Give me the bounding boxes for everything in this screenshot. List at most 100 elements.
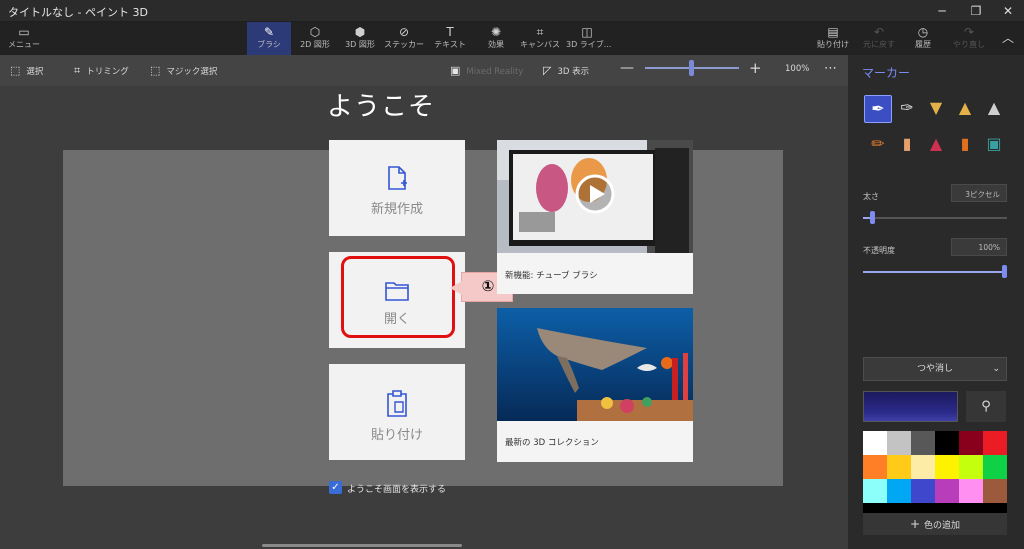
color-swatch[interactable] [887, 479, 911, 503]
new-label: 新規作成 [370, 202, 423, 217]
eyedropper-button[interactable]: ⚲ [966, 391, 1006, 422]
3d-view-label: 3D 表示 [557, 67, 590, 77]
select-icon: ⬚ [10, 64, 21, 77]
trim-label: トリミング [86, 67, 129, 77]
horizontal-scrollbar[interactable] [262, 544, 462, 547]
pencil-tool[interactable]: ✏ [864, 131, 892, 159]
more-options-button[interactable]: ⋯ [824, 61, 837, 76]
color-swatch[interactable] [983, 455, 1007, 479]
color-swatch[interactable] [983, 431, 1007, 455]
minimize-button[interactable]: ─ [926, 0, 958, 22]
eraser-tool[interactable]: ▮ [893, 131, 921, 159]
new-button[interactable]: 新規作成 [329, 140, 465, 236]
tab-2d-shapes[interactable]: ⬡ 2D 図形 [295, 22, 335, 55]
tab-3d-library[interactable]: ◫ 3D ライブ... [566, 22, 611, 55]
3d-view-toggle[interactable]: ◸ 3D 表示 [543, 64, 589, 77]
tab-label: ステッカー [384, 40, 424, 49]
secondary-toolbar: ⬚ 選択 ⌗ トリミング ⬚ マジック選択 ▣ Mixed Reality ◸ 3D 表示… [0, 55, 848, 86]
tab-stickers[interactable]: ⊘ ステッカー [384, 22, 424, 55]
video-thumbnail [497, 140, 693, 253]
redo-icon: ↷ [963, 25, 975, 39]
undo-label: 元に戻す [863, 40, 895, 49]
zoom-slider-thumb[interactable] [689, 60, 694, 76]
color-swatch[interactable] [887, 455, 911, 479]
maximize-button[interactable]: ❐ [960, 0, 992, 22]
color-swatch[interactable] [983, 479, 1007, 503]
spray-can-tool[interactable]: ▮ [951, 131, 979, 159]
finish-dropdown[interactable]: つや消し ⌄ [863, 357, 1007, 381]
color-swatch[interactable] [959, 431, 983, 455]
mixed-reality-label: Mixed Reality [466, 67, 524, 77]
brush-panel: マーカー ✒ ✑ ▼ ▲ ▲ ✏ ▮ ▲ ▮ ▣ 太さ 3ピクセル 不透明度 1… [848, 55, 1024, 549]
size-label: 太さ [863, 192, 879, 201]
fill-tool[interactable]: ▣ [980, 131, 1008, 159]
pixel-pen-tool[interactable]: ▲ [980, 95, 1008, 123]
show-welcome-checkbox[interactable]: ✓ [329, 481, 342, 494]
color-swatch[interactable] [935, 431, 959, 455]
new-file-icon [388, 166, 407, 190]
menu-label: メニュー [8, 40, 40, 49]
pixel-pen-icon: ▲ [987, 98, 1001, 117]
color-swatch[interactable] [887, 431, 911, 455]
history-icon: ◷ [917, 25, 929, 39]
paste-welcome-button[interactable]: 貼り付け [329, 364, 465, 460]
opacity-slider-thumb[interactable] [1002, 265, 1007, 278]
color-swatch[interactable] [911, 431, 935, 455]
color-swatch[interactable] [935, 479, 959, 503]
crayon-icon: ▲ [929, 134, 943, 153]
tab-canvas[interactable]: ⌗ キャンバス [518, 22, 562, 55]
add-color-button[interactable]: + 色の追加 [863, 513, 1007, 535]
watercolor-tool[interactable]: ▲ [951, 95, 979, 123]
sticker-icon: ⊘ [398, 25, 410, 39]
history-button[interactable]: ◷ 履歴 [904, 22, 942, 55]
zoom-slider[interactable] [645, 60, 739, 76]
tab-label: 効果 [488, 40, 504, 49]
zoom-in-button[interactable]: + [749, 59, 762, 77]
main-toolbar: ▭ メニュー ✎ ブラシ ⬡ 2D 図形 ⬢ 3D 図形 ⊘ ステッカー T テ… [0, 22, 1024, 55]
tab-brushes[interactable]: ✎ ブラシ [247, 22, 291, 55]
crayon-tool[interactable]: ▲ [922, 131, 950, 159]
fill-bucket-icon: ▣ [986, 134, 1002, 153]
magic-select-tool[interactable]: ⬚ マジック選択 [150, 64, 217, 77]
3d-view-icon: ◸ [543, 64, 552, 77]
2d-shapes-icon: ⬡ [309, 25, 321, 39]
color-swatch[interactable] [863, 455, 887, 479]
size-input[interactable]: 3ピクセル [951, 184, 1007, 202]
menu-button[interactable]: ▭ メニュー [4, 22, 44, 55]
marker-tool[interactable]: ✒ [864, 95, 892, 123]
tab-3d-shapes[interactable]: ⬢ 3D 図形 [340, 22, 380, 55]
select-tool[interactable]: ⬚ 選択 [10, 64, 43, 77]
3d-collection-card[interactable]: 最新の 3D コレクション [497, 308, 693, 462]
3d-shapes-icon: ⬢ [354, 25, 366, 39]
color-swatch[interactable] [863, 431, 887, 455]
trim-tool[interactable]: ⌗ トリミング [74, 64, 129, 78]
color-swatch[interactable] [863, 479, 887, 503]
paste-button[interactable]: ▤ 貼り付け [814, 22, 852, 55]
size-slider[interactable] [863, 211, 1007, 224]
oil-brush-icon: ▼ [929, 98, 943, 117]
close-button[interactable]: ✕ [992, 0, 1024, 22]
size-slider-thumb[interactable] [870, 211, 875, 224]
tab-effects[interactable]: ✺ 効果 [476, 22, 516, 55]
crop-icon: ⌗ [74, 64, 81, 77]
collapse-toolbar-button[interactable]: ︿ [996, 22, 1020, 55]
video-card-tube-brush[interactable]: 新機能: チューブ ブラシ [497, 140, 693, 294]
opacity-slider[interactable] [863, 265, 1007, 278]
color-swatch[interactable] [959, 455, 983, 479]
calligraphy-pen-tool[interactable]: ✑ [893, 95, 921, 123]
watercolor-icon: ▲ [958, 98, 972, 117]
current-color[interactable] [863, 391, 958, 422]
tab-text[interactable]: T テキスト [430, 22, 470, 55]
redo-button[interactable]: ↷ やり直し [950, 22, 988, 55]
highlight-box [341, 256, 455, 338]
zoom-out-button[interactable]: — [620, 60, 634, 76]
mixed-reality-button[interactable]: ▣ Mixed Reality [450, 64, 523, 77]
color-swatch[interactable] [911, 479, 935, 503]
oil-brush-tool[interactable]: ▼ [922, 95, 950, 123]
color-swatch[interactable] [911, 455, 935, 479]
color-swatch[interactable] [959, 479, 983, 503]
paste-icon: ▤ [827, 25, 839, 39]
undo-button[interactable]: ↶ 元に戻す [860, 22, 898, 55]
color-swatch[interactable] [935, 455, 959, 479]
opacity-input[interactable]: 100% [951, 238, 1007, 256]
